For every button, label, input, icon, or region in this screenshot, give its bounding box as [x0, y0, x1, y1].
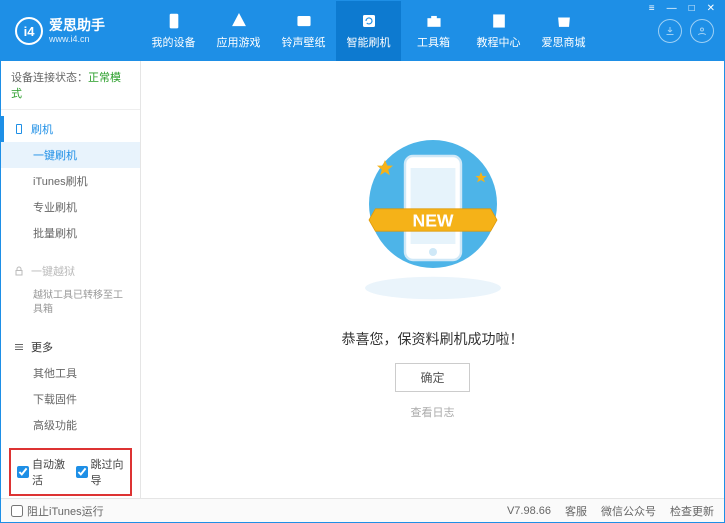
sidebar-item-itunes[interactable]: iTunes刷机: [1, 168, 140, 194]
footer: 阻止iTunes运行 V7.98.66 客服 微信公众号 检查更新: [1, 498, 724, 522]
sidebar-head-flash[interactable]: 刷机: [1, 116, 140, 142]
nav-my-device[interactable]: 我的设备: [141, 1, 206, 61]
sidebar-item-other[interactable]: 其他工具: [1, 360, 140, 386]
nav-ringtone[interactable]: 铃声壁纸: [271, 1, 336, 61]
nav-shop[interactable]: 爱思商城: [531, 1, 596, 61]
download-button[interactable]: [658, 19, 682, 43]
version-label: V7.98.66: [507, 505, 551, 517]
sidebar-item-oneclick[interactable]: 一键刷机: [1, 142, 140, 168]
jailbreak-note: 越狱工具已转移至工具箱: [1, 284, 140, 322]
checkbox-input[interactable]: [17, 466, 29, 478]
main-content: NEW 恭喜您，保资料刷机成功啦！ 确定 查看日志: [141, 61, 724, 500]
menu-icon[interactable]: ≡: [646, 3, 658, 14]
app-name: 爱思助手: [49, 18, 105, 33]
checkbox-label: 跳过向导: [91, 456, 125, 488]
sidebar-label: 刷机: [31, 121, 53, 137]
checkbox-label: 自动激活: [32, 456, 66, 488]
refresh-icon: [360, 12, 378, 30]
sidebar-label: 一键越狱: [31, 263, 75, 279]
checkbox-skip-wizard[interactable]: 跳过向导: [76, 456, 125, 488]
nav-label: 爱思商城: [542, 34, 586, 50]
list-icon: [13, 341, 25, 353]
wallpaper-icon: [295, 12, 313, 30]
nav-label: 工具箱: [417, 34, 450, 50]
shop-icon: [555, 12, 573, 30]
update-link[interactable]: 检查更新: [670, 503, 714, 519]
header-right: [658, 19, 724, 43]
sidebar-label: 更多: [31, 339, 53, 355]
sidebar-item-advanced[interactable]: 高级功能: [1, 412, 140, 438]
window-controls: ≡ — □ ✕: [646, 3, 718, 14]
phone-icon: [13, 123, 25, 135]
apps-icon: [230, 12, 248, 30]
user-icon: [696, 25, 708, 37]
nav-label: 我的设备: [152, 34, 196, 50]
checkbox-label: 阻止iTunes运行: [27, 503, 104, 519]
view-log-link[interactable]: 查看日志: [411, 404, 455, 420]
nav-label: 智能刷机: [347, 34, 391, 50]
service-link[interactable]: 客服: [565, 503, 587, 519]
maximize-icon[interactable]: □: [686, 3, 698, 14]
block-itunes-checkbox[interactable]: 阻止iTunes运行: [11, 503, 104, 519]
success-illustration: NEW: [353, 121, 513, 311]
sidebar-item-batch[interactable]: 批量刷机: [1, 220, 140, 246]
download-icon: [664, 25, 676, 37]
body: 设备连接状态：正常模式 刷机 一键刷机 iTunes刷机 专业刷机 批量刷机 一…: [1, 61, 724, 500]
close-icon[interactable]: ✕: [704, 3, 718, 14]
toolbox-icon: [425, 12, 443, 30]
success-message: 恭喜您，保资料刷机成功啦！: [342, 329, 524, 349]
wechat-link[interactable]: 微信公众号: [601, 503, 656, 519]
top-nav: 我的设备 应用游戏 铃声壁纸 智能刷机 工具箱 教程中心 爱思商城: [141, 1, 658, 61]
nav-tutorial[interactable]: 教程中心: [466, 1, 531, 61]
app-url: www.i4.cn: [49, 34, 105, 44]
checkbox-input[interactable]: [76, 466, 88, 478]
logo-area: i4 爱思助手 www.i4.cn: [1, 17, 141, 45]
lock-icon: [13, 265, 25, 277]
nav-label: 应用游戏: [217, 34, 261, 50]
user-button[interactable]: [690, 19, 714, 43]
header: i4 爱思助手 www.i4.cn 我的设备 应用游戏 铃声壁纸 智能刷机 工具…: [1, 1, 724, 61]
nav-flash[interactable]: 智能刷机: [336, 1, 401, 61]
ok-button[interactable]: 确定: [395, 363, 469, 392]
nav-label: 教程中心: [477, 34, 521, 50]
nav-apps[interactable]: 应用游戏: [206, 1, 271, 61]
sidebar-item-pro[interactable]: 专业刷机: [1, 194, 140, 220]
options-highlight-box: 自动激活 跳过向导: [9, 448, 132, 496]
conn-label: 设备连接状态：: [11, 72, 88, 84]
sidebar-item-firmware[interactable]: 下载固件: [1, 386, 140, 412]
sidebar-head-jailbreak: 一键越狱: [1, 258, 140, 284]
book-icon: [490, 12, 508, 30]
checkbox-auto-activate[interactable]: 自动激活: [17, 456, 66, 488]
nav-label: 铃声壁纸: [282, 34, 326, 50]
nav-toolbox[interactable]: 工具箱: [401, 1, 466, 61]
sidebar: 设备连接状态：正常模式 刷机 一键刷机 iTunes刷机 专业刷机 批量刷机 一…: [1, 61, 141, 500]
checkbox-input[interactable]: [11, 505, 23, 517]
new-badge-text: NEW: [412, 210, 453, 230]
sidebar-head-more[interactable]: 更多: [1, 334, 140, 360]
minimize-icon[interactable]: —: [664, 3, 680, 14]
phone-icon: [165, 12, 183, 30]
connection-status: 设备连接状态：正常模式: [1, 61, 140, 110]
logo-icon: i4: [15, 17, 43, 45]
